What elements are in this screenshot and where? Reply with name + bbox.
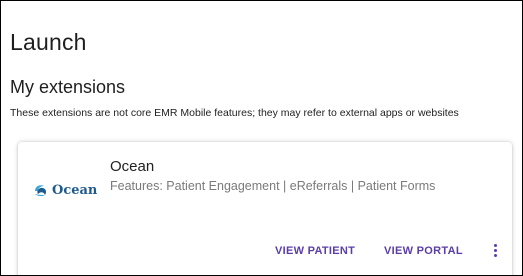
extension-name: Ocean <box>110 158 155 175</box>
extension-card: Ocean Ocean Features: Patient Engagement… <box>18 142 512 275</box>
section-title: My extensions <box>10 77 126 97</box>
more-vertical-icon[interactable] <box>492 244 498 260</box>
view-patient-button[interactable]: VIEW PATIENT <box>275 245 355 257</box>
logo-wordmark: Ocean <box>52 182 98 198</box>
app-frame: Launch My extensions These extensions ar… <box>0 0 523 276</box>
extension-logo: Ocean <box>33 182 97 198</box>
view-portal-button[interactable]: VIEW PORTAL <box>384 245 463 257</box>
ocean-logo-icon <box>35 185 47 197</box>
extension-features: Features: Patient Engagement | eReferral… <box>110 179 436 193</box>
page-title: Launch <box>10 29 87 55</box>
section-description: These extensions are not core EMR Mobile… <box>10 107 459 119</box>
